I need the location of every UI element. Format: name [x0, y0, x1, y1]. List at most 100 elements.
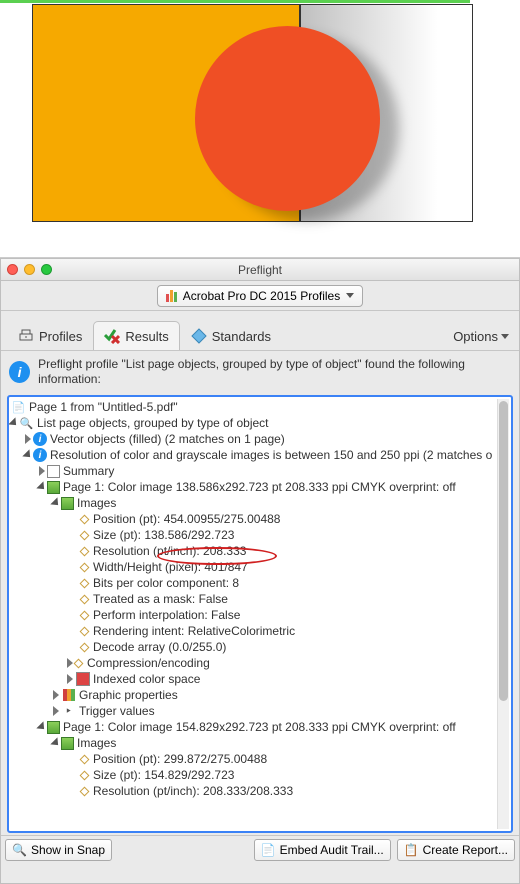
tree-row[interactable]: 📄Page 1 from "Untitled-5.pdf" [11, 399, 509, 415]
image-icon [47, 481, 60, 494]
profile-dropdown-label: Acrobat Pro DC 2015 Profiles [183, 289, 340, 303]
info-icon: i [33, 448, 47, 462]
tree-row[interactable]: Width/Height (pixel): 401/847 [11, 559, 509, 575]
tree-row[interactable]: Summary [11, 463, 509, 479]
create-report-button[interactable]: 📋 Create Report... [397, 839, 515, 861]
dot-icon [74, 658, 84, 668]
trigger-icon [61, 704, 76, 719]
summary-text: Preflight profile "List page objects, gr… [38, 357, 511, 387]
dot-icon [80, 578, 90, 588]
options-menu[interactable]: Options [453, 329, 513, 350]
tree-label: Position (pt): 454.00955/275.00488 [93, 512, 280, 526]
dot-icon [80, 546, 90, 556]
button-label: Embed Audit Trail... [280, 843, 384, 857]
tree-label: Indexed color space [93, 672, 200, 686]
tree-label: Size (pt): 138.586/292.723 [93, 528, 234, 542]
tree-row[interactable]: Position (pt): 454.00955/275.00488 [11, 511, 509, 527]
footer-bar: 🔍 Show in Snap 📄 Embed Audit Trail... 📋 … [1, 835, 519, 863]
disclosure-icon[interactable] [36, 721, 47, 732]
tree-label: Vector objects (filled) (2 matches on 1 … [50, 432, 285, 446]
profile-dropdown[interactable]: Acrobat Pro DC 2015 Profiles [157, 285, 363, 307]
tree-label: Width/Height (pixel): 401/847 [93, 560, 248, 574]
indexed-icon [75, 672, 90, 687]
window-title: Preflight [1, 263, 519, 277]
tree-label: Summary [63, 464, 114, 478]
tree-row[interactable]: Rendering intent: RelativeColorimetric [11, 623, 509, 639]
summary-row: i Preflight profile "List page objects, … [1, 351, 519, 393]
magnify-icon: 🔍 [19, 416, 34, 431]
tree-row[interactable]: Bits per color component: 8 [11, 575, 509, 591]
check-x-icon [104, 328, 120, 344]
tab-profiles[interactable]: Profiles [7, 321, 93, 350]
disclosure-icon[interactable] [25, 434, 31, 444]
disclosure-icon[interactable] [36, 481, 47, 492]
caret-down-icon [346, 293, 354, 298]
tree-label: Bits per color component: 8 [93, 576, 239, 590]
tab-results[interactable]: Results [93, 321, 179, 350]
tree-label: Page 1: Color image 154.829x292.723 pt 2… [63, 720, 456, 734]
embed-audit-button[interactable]: 📄 Embed Audit Trail... [254, 839, 391, 861]
tree-row[interactable]: Perform interpolation: False [11, 607, 509, 623]
tree-row[interactable]: Size (pt): 154.829/292.723 [11, 767, 509, 783]
info-icon: i [33, 432, 47, 446]
bars-icon [166, 290, 177, 302]
tree-label: Rendering intent: RelativeColorimetric [93, 624, 295, 638]
results-tree[interactable]: 📄Page 1 from "Untitled-5.pdf" 🔍List page… [7, 395, 513, 833]
tree-label: Images [77, 496, 116, 510]
tree-row[interactable]: Page 1: Color image 154.829x292.723 pt 2… [11, 719, 509, 735]
window-titlebar: Preflight [1, 259, 519, 281]
disclosure-icon[interactable] [22, 449, 33, 460]
tree-label: Resolution (pt/inch): 208.333/208.333 [93, 784, 293, 798]
diamond-icon [191, 328, 207, 344]
tree-label: Page 1 from "Untitled-5.pdf" [29, 400, 178, 414]
disclosure-icon[interactable] [50, 737, 61, 748]
tree-row[interactable]: Page 1: Color image 138.586x292.723 pt 2… [11, 479, 509, 495]
preflight-panel: Preflight Acrobat Pro DC 2015 Profiles P… [0, 258, 520, 884]
tree-row[interactable]: Images [11, 735, 509, 751]
show-in-snap-button[interactable]: 🔍 Show in Snap [5, 839, 112, 861]
tree-row[interactable]: 🔍List page objects, grouped by type of o… [11, 415, 509, 431]
tree-row[interactable]: Graphic properties [11, 687, 509, 703]
dot-icon [80, 530, 90, 540]
tree-row[interactable]: Size (pt): 138.586/292.723 [11, 527, 509, 543]
dot-icon [80, 754, 90, 764]
tree-label: List page objects, grouped by type of ob… [37, 416, 269, 430]
disclosure-icon[interactable] [8, 417, 19, 428]
scrollbar[interactable] [497, 399, 509, 829]
document-icon: 📄 [261, 843, 276, 857]
tree-row[interactable]: Resolution (pt/inch): 208.333/208.333 [11, 783, 509, 799]
tree-row[interactable]: Images [11, 495, 509, 511]
dot-icon [80, 514, 90, 524]
disclosure-icon[interactable] [67, 674, 73, 684]
tree-row[interactable]: Decode array (0.0/255.0) [11, 639, 509, 655]
image-icon [61, 737, 74, 750]
tree-row[interactable]: Resolution (pt/inch): 208.333 [11, 543, 509, 559]
info-icon: i [9, 361, 30, 383]
tab-standards[interactable]: Standards [180, 321, 282, 350]
tree-row[interactable]: Position (pt): 299.872/275.00488 [11, 751, 509, 767]
tree-row[interactable]: Treated as a mask: False [11, 591, 509, 607]
scroll-thumb[interactable] [499, 401, 508, 701]
tree-row[interactable]: Trigger values [11, 703, 509, 719]
tree-label: Compression/encoding [87, 656, 210, 670]
tree-label: Treated as a mask: False [93, 592, 228, 606]
tree-label: Graphic properties [79, 688, 178, 702]
disclosure-icon[interactable] [53, 706, 59, 716]
report-icon: 📋 [404, 843, 419, 857]
tree-row[interactable]: iVector objects (filled) (2 matches on 1… [11, 431, 509, 447]
profile-bar: Acrobat Pro DC 2015 Profiles [1, 281, 519, 311]
dot-icon [80, 770, 90, 780]
tab-standards-label: Standards [212, 329, 271, 344]
tree-row[interactable]: Compression/encoding [11, 655, 509, 671]
dot-icon [80, 642, 90, 652]
tree-row[interactable]: Indexed color space [11, 671, 509, 687]
image-icon [47, 721, 60, 734]
disclosure-icon[interactable] [39, 466, 45, 476]
disclosure-icon[interactable] [53, 690, 59, 700]
dot-icon [80, 626, 90, 636]
pdf-icon: 📄 [11, 400, 26, 415]
disclosure-icon[interactable] [50, 497, 61, 508]
tree-row[interactable]: iResolution of color and grayscale image… [11, 447, 509, 463]
tree-label: Size (pt): 154.829/292.723 [93, 768, 234, 782]
tree-label: Resolution of color and grayscale images… [50, 448, 492, 462]
